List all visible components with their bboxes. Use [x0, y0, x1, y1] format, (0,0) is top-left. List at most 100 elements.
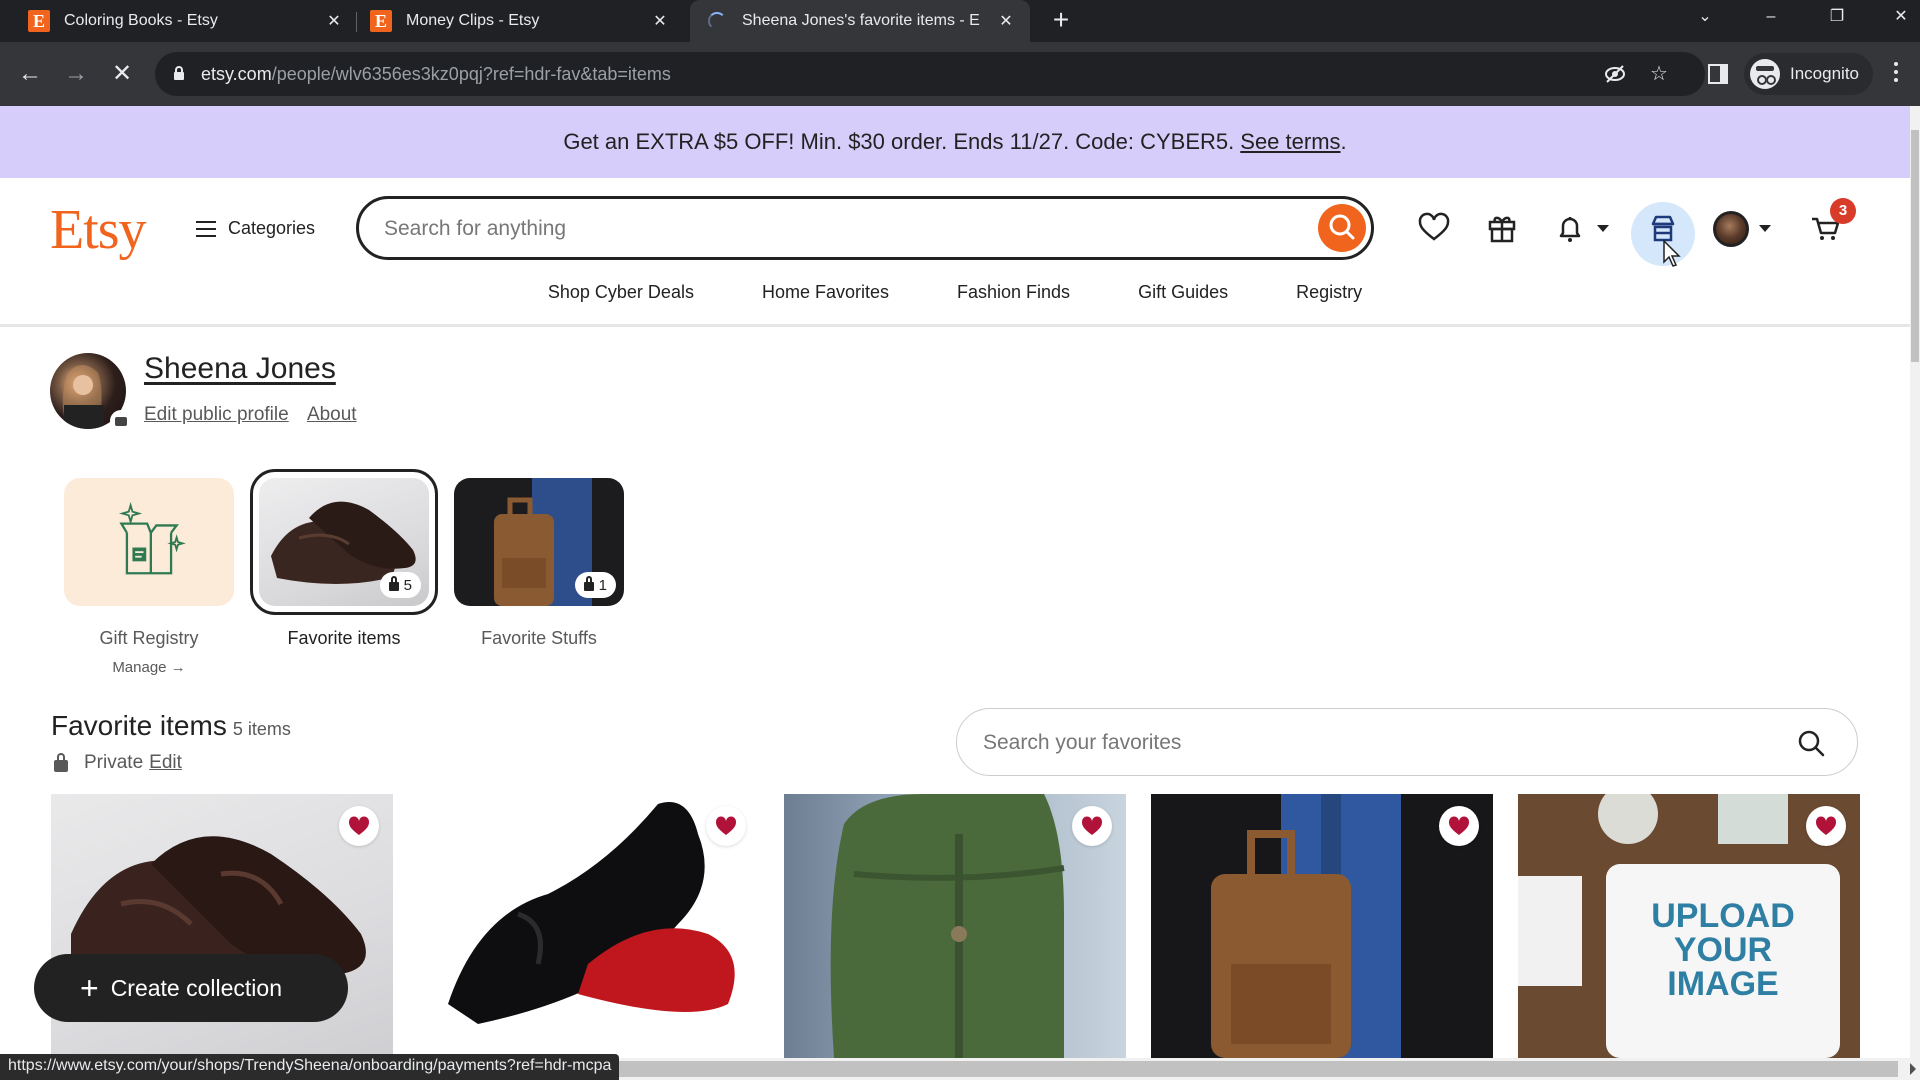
- tab-close-icon[interactable]: ✕: [322, 11, 346, 31]
- privacy-row: Private Edit: [54, 752, 182, 774]
- back-button[interactable]: ←: [14, 58, 46, 90]
- collection-favorite-stuffs[interactable]: 1 Favorite Stuffs: [454, 478, 624, 649]
- mousepad-overlay-text: UPLOAD YOUR IMAGE: [1651, 897, 1795, 1003]
- new-tab-button[interactable]: +: [1046, 6, 1076, 36]
- url-text[interactable]: etsy.com/people/wlv6356es3kz0pqj?ref=hdr…: [201, 64, 671, 85]
- profile-links: Edit public profile About: [144, 404, 371, 426]
- lock-icon: [54, 753, 68, 772]
- promo-period: .: [1340, 129, 1347, 154]
- stop-loading-button[interactable]: ✕: [106, 58, 138, 90]
- tab-title: Coloring Books - Etsy: [64, 12, 218, 29]
- favorites-heart-button[interactable]: [1412, 206, 1456, 250]
- mouse-cursor-icon: [1663, 240, 1681, 267]
- minimize-button[interactable]: –: [1746, 0, 1796, 34]
- edit-privacy-link[interactable]: Edit: [149, 752, 182, 774]
- tracking-blocked-eye-icon[interactable]: [1603, 64, 1627, 84]
- vertical-scrollbar[interactable]: [1910, 106, 1920, 1058]
- collection-label: Favorite items: [287, 628, 401, 648]
- etsy-favicon-icon: E: [28, 10, 50, 32]
- private-count-badge: 5: [379, 572, 421, 598]
- favorites-search-placeholder: Search your favorites: [983, 731, 1182, 754]
- side-panel-icon[interactable]: [1708, 64, 1728, 84]
- restore-button[interactable]: ❐: [1812, 0, 1862, 34]
- edit-public-profile-link[interactable]: Edit public profile: [144, 404, 289, 425]
- address-bar[interactable]: etsy.com/people/wlv6356es3kz0pqj?ref=hdr…: [155, 52, 1705, 96]
- search-icon: [1329, 214, 1355, 240]
- favorite-item-card[interactable]: [418, 794, 760, 1058]
- gift-mode-button[interactable]: [1480, 206, 1524, 250]
- main-search-input[interactable]: Search for anything: [356, 196, 1374, 260]
- browser-toolbar: ← → ✕ etsy.com/people/wlv6356es3kz0pqj?r…: [0, 42, 1920, 106]
- hamburger-menu-icon: [196, 220, 216, 237]
- search-submit-button[interactable]: [1318, 204, 1366, 252]
- subnav-fashion-finds[interactable]: Fashion Finds: [957, 282, 1070, 303]
- collection-gift-registry[interactable]: Gift Registry Manage →: [64, 478, 234, 676]
- browser-menu-icon[interactable]: [1894, 62, 1898, 86]
- tab-close-icon[interactable]: ✕: [648, 11, 672, 31]
- favorites-item-count: 5 items: [232, 719, 291, 739]
- close-window-button[interactable]: ✕: [1876, 0, 1920, 34]
- private-count-badge: 1: [574, 572, 616, 598]
- bookmark-star-icon[interactable]: ☆: [1647, 64, 1671, 84]
- favorite-item-card[interactable]: UPLOAD YOUR IMAGE: [1518, 794, 1860, 1058]
- unfavorite-button[interactable]: [1806, 806, 1846, 846]
- collection-label: Favorite Stuffs: [481, 628, 597, 648]
- notifications-caret-icon[interactable]: [1597, 225, 1609, 232]
- create-collection-button[interactable]: + Create collection: [34, 954, 348, 1022]
- about-link[interactable]: About: [307, 404, 357, 425]
- tab-search-icon[interactable]: ⌄: [1680, 0, 1730, 34]
- subnav-registry[interactable]: Registry: [1296, 282, 1362, 303]
- collection-thumbnail: 1: [454, 478, 624, 606]
- create-collection-label: Create collection: [110, 974, 282, 1001]
- notifications-button[interactable]: [1548, 206, 1592, 250]
- etsy-logo[interactable]: Etsy: [50, 198, 147, 262]
- scrollbar-thumb[interactable]: [1911, 130, 1919, 362]
- link-status-bar: https://www.etsy.com/your/shops/TrendySh…: [0, 1054, 620, 1080]
- scroll-right-arrow-icon[interactable]: [1910, 1063, 1916, 1075]
- subnav-home-favorites[interactable]: Home Favorites: [762, 282, 889, 303]
- favorite-item-card[interactable]: [784, 794, 1126, 1058]
- account-avatar[interactable]: [1713, 211, 1749, 247]
- profile-name[interactable]: Sheena Jones: [144, 352, 336, 386]
- incognito-profile-button[interactable]: Incognito: [1744, 53, 1873, 95]
- camera-icon: [115, 416, 127, 426]
- forward-button[interactable]: →: [60, 58, 92, 90]
- lock-icon: [388, 575, 399, 591]
- tab-separator: [356, 12, 357, 32]
- incognito-icon: [1750, 59, 1780, 89]
- account-caret-icon[interactable]: [1759, 225, 1771, 232]
- incognito-label: Incognito: [1790, 64, 1859, 83]
- see-terms-link[interactable]: See terms: [1240, 129, 1340, 155]
- categories-label: Categories: [228, 218, 316, 238]
- favorite-item-card[interactable]: [1151, 794, 1493, 1058]
- unfavorite-button[interactable]: [339, 806, 379, 846]
- browser-tab-favorites[interactable]: Sheena Jones's favorite items - E ✕: [690, 0, 1030, 42]
- collection-thumbnail: 5: [250, 469, 438, 615]
- privacy-label: Private: [84, 752, 144, 773]
- collection-favorite-items[interactable]: 5 Favorite items: [250, 469, 438, 649]
- browser-tab-coloring-books[interactable]: E Coloring Books - Etsy ✕: [18, 0, 356, 42]
- heart-filled-icon: [348, 816, 370, 835]
- heart-filled-icon: [1081, 816, 1103, 835]
- unfavorite-button[interactable]: [1439, 806, 1479, 846]
- browser-tab-money-clips[interactable]: E Money Clips - Etsy ✕: [360, 0, 682, 42]
- heart-icon: [1418, 212, 1450, 241]
- heart-filled-icon: [1448, 816, 1470, 835]
- subnav-gift-guides[interactable]: Gift Guides: [1138, 282, 1228, 303]
- favorites-search-input[interactable]: Search your favorites: [956, 708, 1858, 776]
- change-photo-button[interactable]: [110, 410, 132, 432]
- tab-close-icon[interactable]: ✕: [994, 11, 1018, 31]
- category-subnav: Shop Cyber Deals Home Favorites Fashion …: [0, 282, 1910, 303]
- subnav-shop-cyber-deals[interactable]: Shop Cyber Deals: [548, 282, 694, 303]
- manage-registry-link[interactable]: Manage →: [64, 659, 234, 676]
- collection-label: Gift Registry: [99, 628, 199, 648]
- search-icon[interactable]: [1797, 729, 1825, 757]
- gift-icon: [1488, 216, 1516, 243]
- tab-title: Money Clips - Etsy: [406, 12, 540, 29]
- unfavorite-button[interactable]: [706, 806, 746, 846]
- lock-icon: [174, 66, 184, 80]
- bell-icon: [1559, 217, 1581, 242]
- categories-button[interactable]: Categories: [196, 218, 315, 239]
- tab-title: Sheena Jones's favorite items - E: [742, 12, 980, 29]
- unfavorite-button[interactable]: [1072, 806, 1112, 846]
